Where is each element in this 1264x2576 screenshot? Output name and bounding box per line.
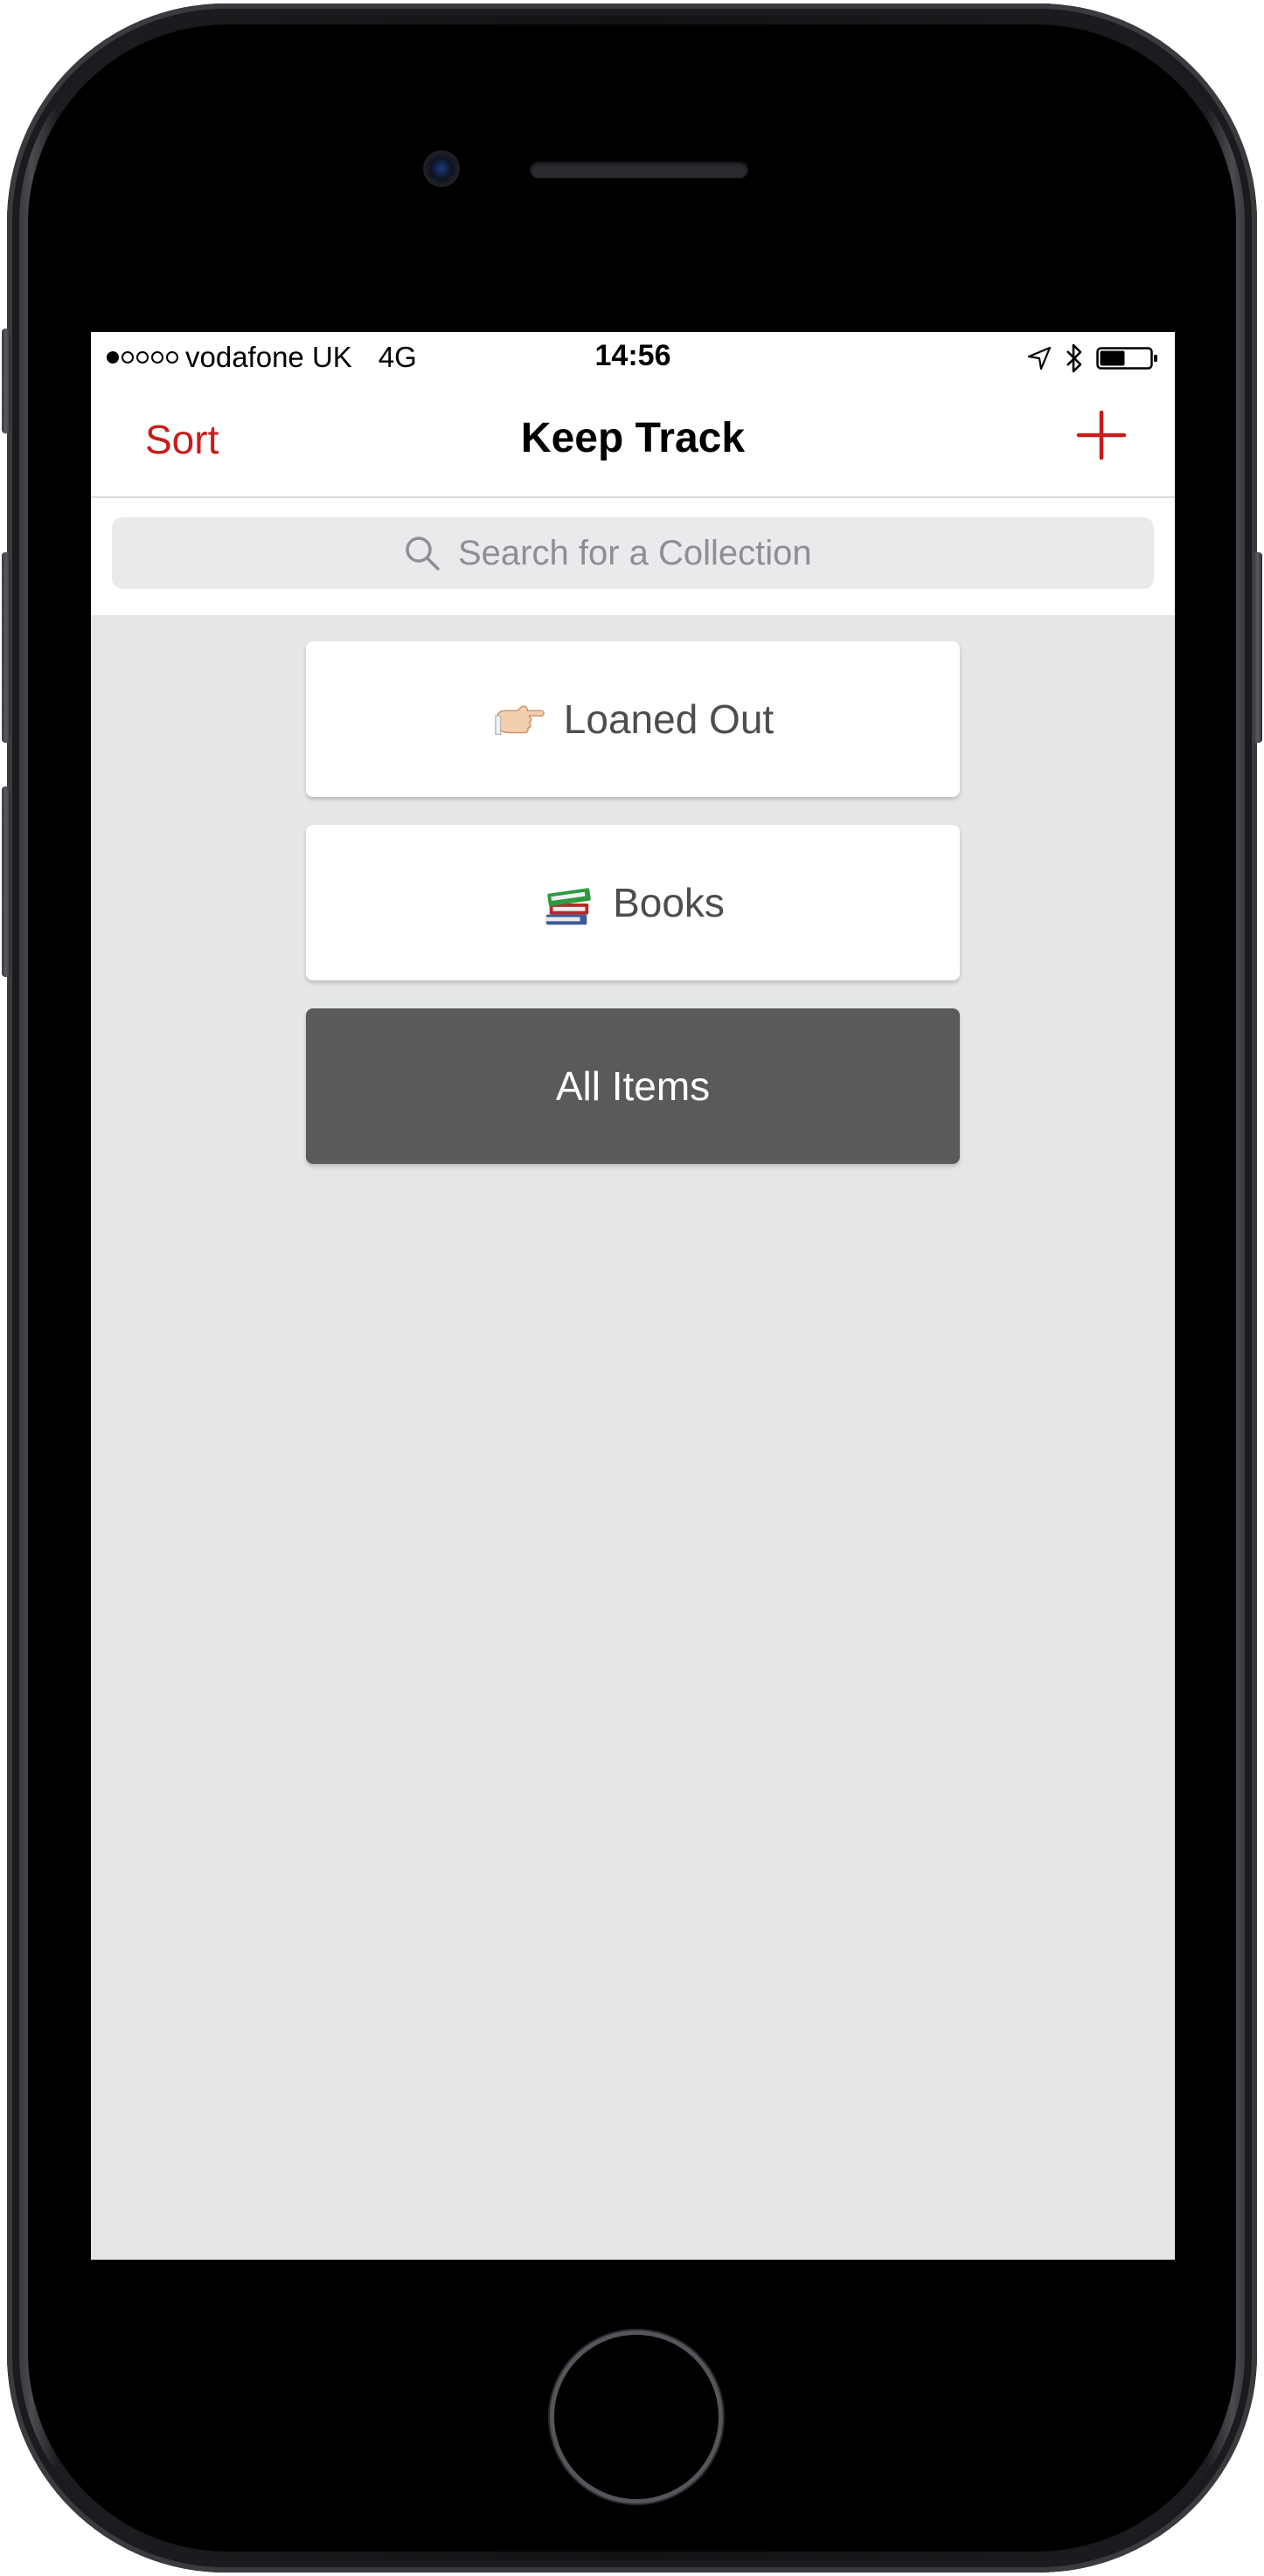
navigation-bar: Sort Keep Track — [91, 384, 1175, 498]
status-right — [1026, 343, 1159, 374]
plus-icon — [1076, 410, 1127, 460]
collection-label: All Items — [555, 1063, 711, 1109]
volume-up-button — [2, 552, 10, 743]
search-input[interactable] — [456, 532, 862, 574]
home-button[interactable] — [554, 2335, 719, 2499]
books-icon — [545, 888, 591, 925]
earpiece-speaker — [530, 161, 748, 178]
battery-icon — [1096, 347, 1157, 370]
bluetooth-icon — [1066, 343, 1082, 373]
status-time: 14:56 — [594, 339, 671, 372]
collection-label: Books — [613, 880, 725, 925]
power-button — [1254, 552, 1262, 743]
collection-books[interactable]: Books — [306, 825, 960, 980]
mute-switch — [2, 329, 10, 433]
search-icon — [406, 537, 440, 571]
collection-loaned-out[interactable]: Loaned Out — [306, 641, 960, 797]
collection-label: Loaned Out — [563, 696, 774, 742]
add-collection-button[interactable] — [1073, 407, 1129, 463]
app-screen: vodafone UK 4G 14:56 Sort Keep Track Sea… — [91, 332, 1175, 2260]
location-arrow-icon — [1027, 346, 1052, 370]
page-title: Keep Track — [520, 415, 746, 461]
collection-all-items[interactable]: All Items — [306, 1008, 960, 1164]
search-area — [91, 498, 1175, 615]
collection-list: Loaned Out Books All Items — [306, 641, 960, 1192]
front-camera-icon — [423, 150, 460, 187]
volume-down-button — [2, 786, 10, 977]
pointing-hand-icon — [494, 705, 545, 736]
search-bar[interactable] — [112, 517, 1154, 589]
status-bar: vodafone UK 4G 14:56 — [91, 332, 1175, 384]
